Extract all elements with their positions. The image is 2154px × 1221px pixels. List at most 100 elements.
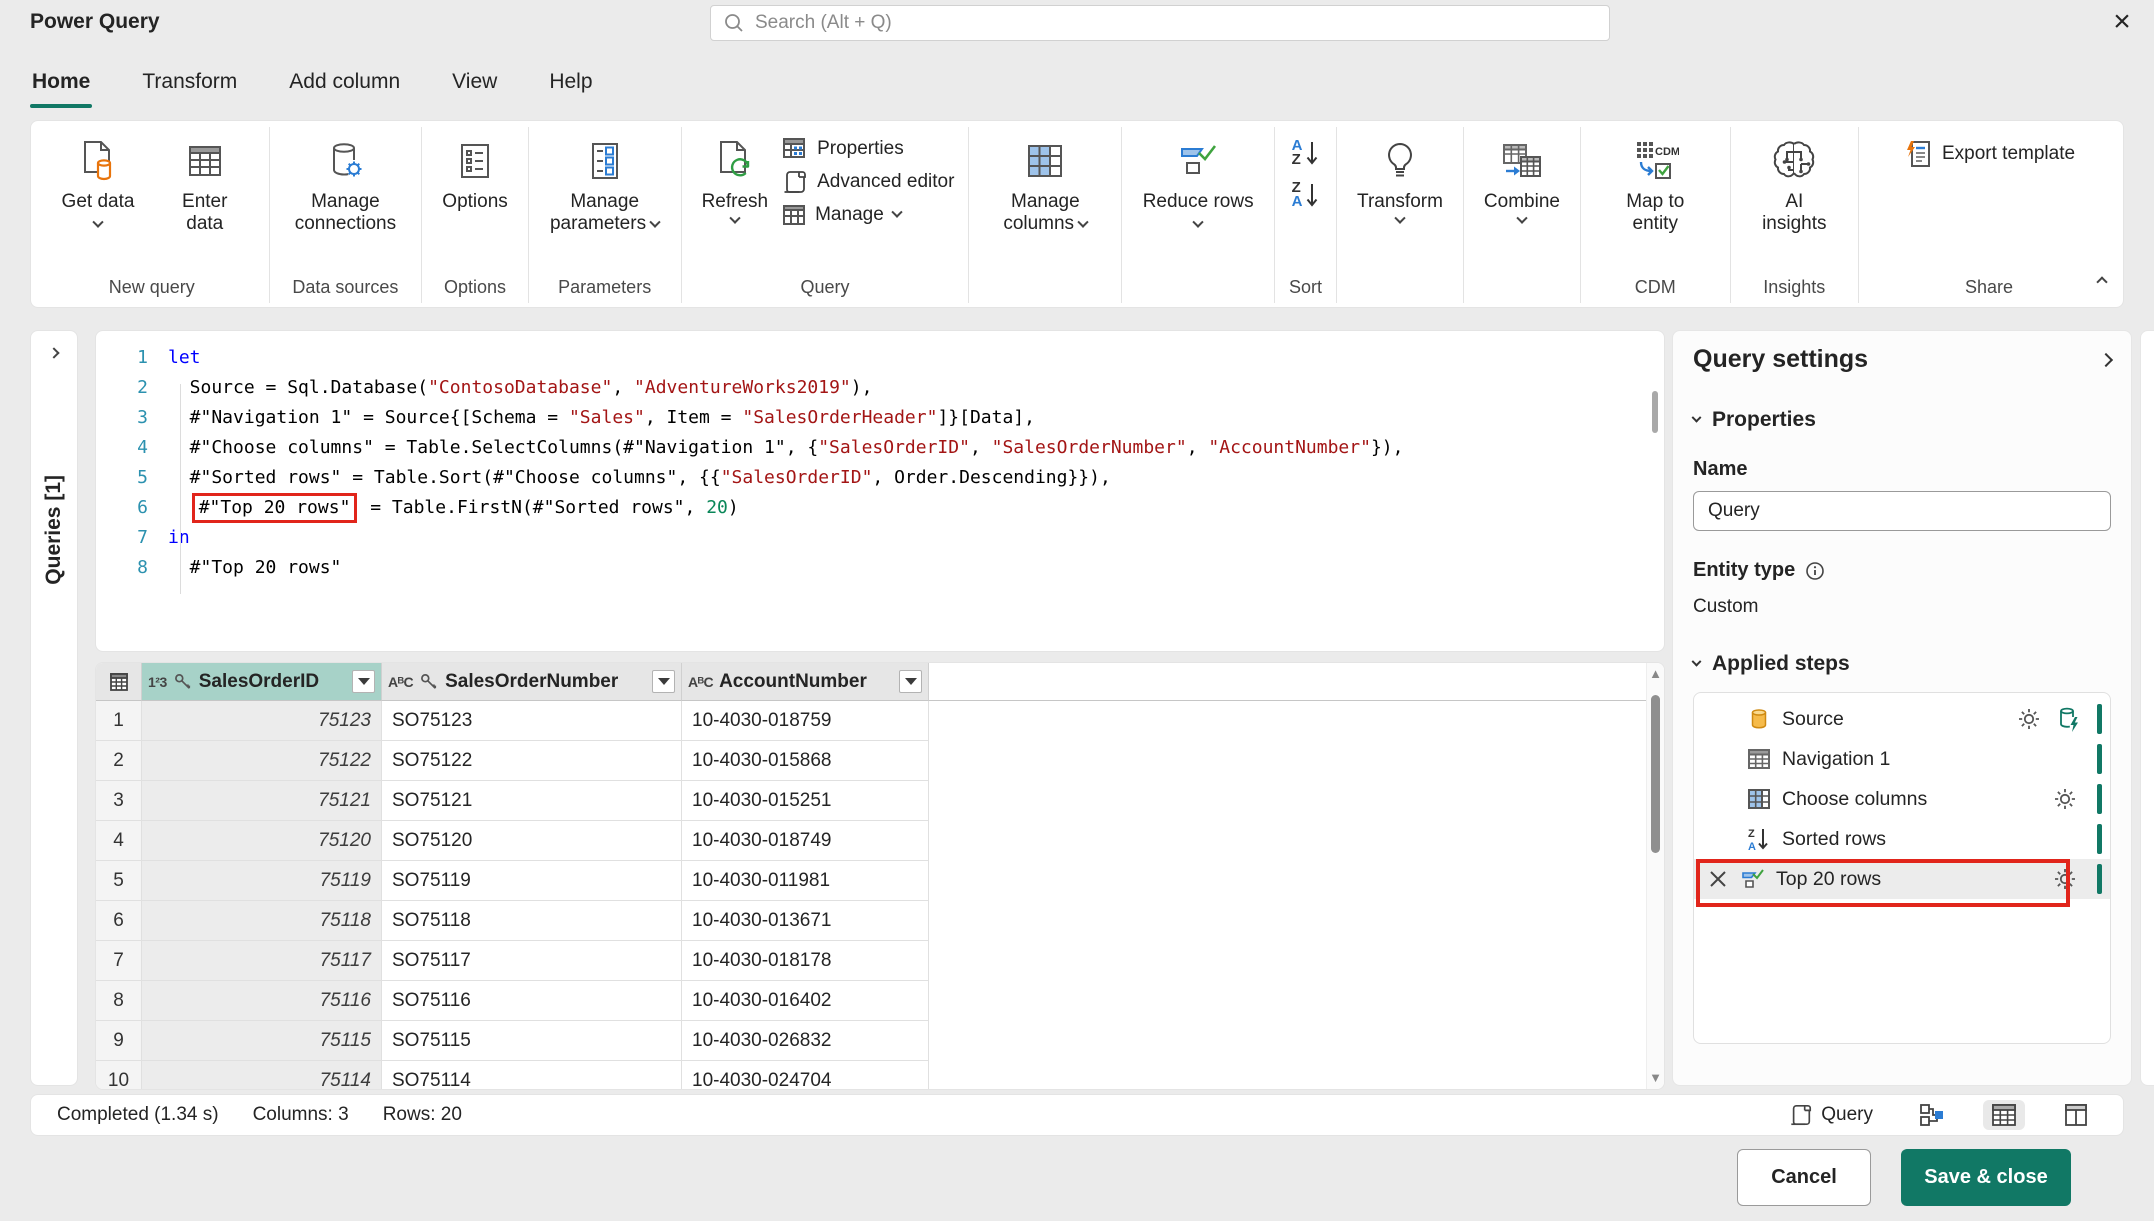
- grid-cell[interactable]: SO75116: [382, 981, 682, 1021]
- collapse-settings-icon[interactable]: [2098, 352, 2114, 367]
- code-line[interactable]: 6 #"Top 20 rows" = Table.FirstN(#"Sorted…: [96, 493, 1664, 523]
- get-data-button[interactable]: Get data: [49, 129, 147, 235]
- row-number[interactable]: 8: [96, 981, 142, 1021]
- advanced-editor-button[interactable]: Advanced editor: [782, 169, 954, 195]
- map-to-entity-button[interactable]: CDM Map to entity: [1595, 129, 1716, 235]
- delete-step-icon[interactable]: [1708, 869, 1728, 889]
- code-line[interactable]: 4 #"Choose columns" = Table.SelectColumn…: [96, 433, 1664, 463]
- grid-cell[interactable]: 10-4030-018749: [682, 821, 929, 861]
- row-number[interactable]: 2: [96, 741, 142, 781]
- row-number[interactable]: 7: [96, 941, 142, 981]
- grid-cell[interactable]: 10-4030-026832: [682, 1021, 929, 1061]
- row-number[interactable]: 6: [96, 901, 142, 941]
- code-line[interactable]: 8 #"Top 20 rows": [96, 553, 1664, 583]
- grid-cell[interactable]: SO75121: [382, 781, 682, 821]
- code-line[interactable]: 2 Source = Sql.Database("ContosoDatabase…: [96, 373, 1664, 403]
- scroll-up-icon[interactable]: ▲: [1649, 667, 1662, 681]
- grid-cell[interactable]: SO75118: [382, 901, 682, 941]
- properties-button[interactable]: Properties: [782, 137, 954, 161]
- grid-scrollbar[interactable]: ▲ ▼: [1646, 663, 1664, 1089]
- cancel-button[interactable]: Cancel: [1737, 1149, 1871, 1206]
- code-line[interactable]: 7 in: [96, 523, 1664, 553]
- collapsed-panel-strip[interactable]: [2140, 330, 2154, 1086]
- applied-steps-section-header[interactable]: Applied steps: [1691, 652, 2111, 676]
- grid-cell[interactable]: SO75122: [382, 741, 682, 781]
- applied-step-top-20-rows[interactable]: Top 20 rows: [1694, 859, 2110, 907]
- step-settings-gear-icon[interactable]: [2017, 707, 2041, 731]
- ai-insights-button[interactable]: AI insights: [1745, 129, 1844, 235]
- code-line[interactable]: 1 let: [96, 343, 1664, 373]
- tab-transform[interactable]: Transform: [140, 64, 239, 100]
- formula-editor[interactable]: 1 let 2 Source = Sql.Database("ContosoData…: [95, 330, 1665, 652]
- grid-cell[interactable]: 10-4030-011981: [682, 861, 929, 901]
- options-button[interactable]: Options: [436, 129, 513, 213]
- diagram-view-button[interactable]: [1911, 1100, 1953, 1130]
- grid-cell[interactable]: 75122: [142, 741, 382, 781]
- data-view-button[interactable]: [1983, 1100, 2025, 1130]
- grid-cell[interactable]: 10-4030-015868: [682, 741, 929, 781]
- grid-cell[interactable]: 10-4030-016402: [682, 981, 929, 1021]
- filter-dropdown-icon[interactable]: [652, 670, 675, 693]
- search-box[interactable]: [710, 5, 1610, 41]
- save-and-close-button[interactable]: Save & close: [1901, 1149, 2071, 1206]
- step-settings-gear-icon[interactable]: [2053, 787, 2077, 811]
- info-icon[interactable]: [1805, 561, 1825, 581]
- export-template-button[interactable]: Export template: [1903, 139, 2075, 169]
- scroll-down-icon[interactable]: ▼: [1649, 1071, 1662, 1085]
- tab-add-column[interactable]: Add column: [287, 64, 402, 100]
- grid-cell[interactable]: SO75115: [382, 1021, 682, 1061]
- native-query-icon[interactable]: [2057, 706, 2081, 732]
- enter-data-button[interactable]: Enter data: [155, 129, 255, 235]
- transform-button[interactable]: Transform: [1351, 129, 1449, 225]
- grid-cell[interactable]: 10-4030-018759: [682, 701, 929, 741]
- grid-cell[interactable]: 75119: [142, 861, 382, 901]
- grid-cell[interactable]: 75117: [142, 941, 382, 981]
- grid-cell[interactable]: 10-4030-013671: [682, 901, 929, 941]
- tab-view[interactable]: View: [450, 64, 499, 100]
- grid-cell[interactable]: 75118: [142, 901, 382, 941]
- schema-view-button[interactable]: [2055, 1100, 2097, 1130]
- manage-parameters-button[interactable]: Manage parameters: [543, 129, 667, 235]
- grid-cell[interactable]: 75121: [142, 781, 382, 821]
- grid-cell[interactable]: 10-4030-018178: [682, 941, 929, 981]
- queries-pane[interactable]: Queries [1]: [30, 330, 78, 1086]
- scroll-thumb[interactable]: [1651, 695, 1660, 853]
- editor-scrollbar[interactable]: [1652, 391, 1658, 433]
- applied-step-sorted-rows[interactable]: Z A Sorted rows: [1694, 819, 2110, 859]
- applied-step-choose-columns[interactable]: Choose columns: [1694, 779, 2110, 819]
- grid-cell[interactable]: SO75120: [382, 821, 682, 861]
- column-header-SalesOrderID[interactable]: 1²3 SalesOrderID: [142, 663, 382, 701]
- grid-cell[interactable]: 75114: [142, 1061, 382, 1089]
- row-number[interactable]: 3: [96, 781, 142, 821]
- select-all-cell[interactable]: [96, 663, 142, 701]
- row-number[interactable]: 1: [96, 701, 142, 741]
- row-number[interactable]: 10: [96, 1061, 142, 1089]
- column-header-AccountNumber[interactable]: AᴮC AccountNumber: [682, 663, 929, 701]
- grid-cell[interactable]: 75115: [142, 1021, 382, 1061]
- row-number[interactable]: 9: [96, 1021, 142, 1061]
- properties-section-header[interactable]: Properties: [1691, 408, 2111, 432]
- applied-step-source[interactable]: Source: [1694, 699, 2110, 739]
- code-line[interactable]: 3 #"Navigation 1" = Source{[Schema = "Sa…: [96, 403, 1664, 433]
- manage-columns-button[interactable]: Manage columns: [983, 129, 1107, 235]
- query-view-button[interactable]: Query: [1781, 1100, 1881, 1130]
- grid-cell[interactable]: SO75114: [382, 1061, 682, 1089]
- grid-cell[interactable]: 10-4030-024704: [682, 1061, 929, 1089]
- code-line[interactable]: 5 #"Sorted rows" = Table.Sort(#"Choose c…: [96, 463, 1664, 493]
- grid-cell[interactable]: 75116: [142, 981, 382, 1021]
- search-input[interactable]: [755, 12, 1597, 34]
- tab-home[interactable]: Home: [30, 64, 93, 108]
- query-name-input[interactable]: [1693, 491, 2111, 531]
- column-header-SalesOrderNumber[interactable]: AᴮC SalesOrderNumber: [382, 663, 682, 701]
- refresh-button[interactable]: Refresh: [696, 129, 775, 225]
- reduce-rows-button[interactable]: Reduce rows: [1136, 129, 1260, 235]
- filter-dropdown-icon[interactable]: [899, 670, 922, 693]
- grid-cell[interactable]: SO75117: [382, 941, 682, 981]
- filter-dropdown-icon[interactable]: [352, 670, 375, 693]
- row-number[interactable]: 4: [96, 821, 142, 861]
- combine-button[interactable]: Combine: [1478, 129, 1566, 225]
- grid-cell[interactable]: 75120: [142, 821, 382, 861]
- manage-query-button[interactable]: Manage: [782, 203, 954, 227]
- manage-connections-button[interactable]: Manage connections: [284, 129, 408, 235]
- tab-help[interactable]: Help: [547, 64, 594, 100]
